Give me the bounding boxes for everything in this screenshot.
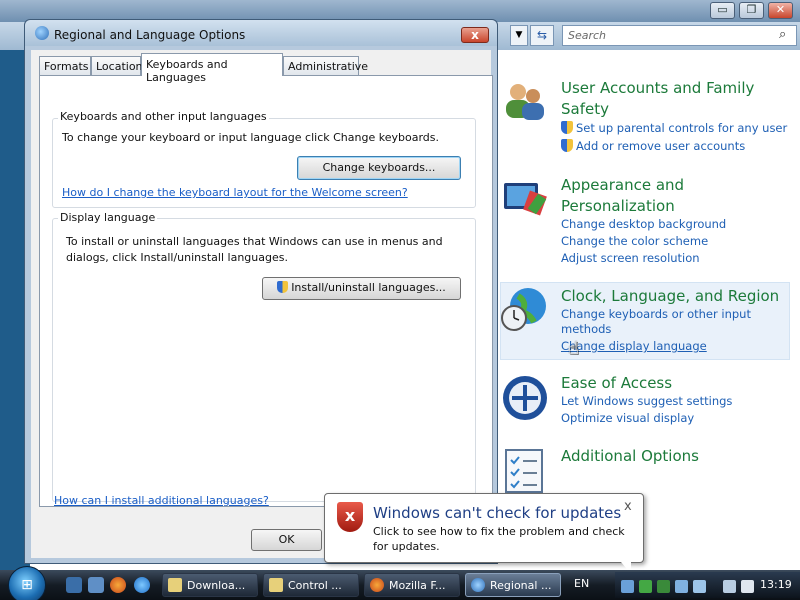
- folder-icon: [168, 578, 182, 592]
- firefox-icon: [370, 578, 384, 592]
- balloon-text[interactable]: Click to see how to fix the problem and …: [373, 524, 639, 554]
- link-parental-controls[interactable]: Set up parental controls for any user: [561, 120, 787, 136]
- dialog-title: Regional and Language Options: [54, 28, 246, 42]
- windows-update-icon[interactable]: [621, 580, 634, 593]
- uac-shield-icon: [561, 139, 573, 152]
- keyboards-group-label: Keyboards and other input languages: [58, 110, 269, 123]
- start-button[interactable]: ⊞: [8, 566, 46, 600]
- ease-of-access-icon: [503, 376, 547, 420]
- dialog-close-button[interactable]: x: [461, 27, 489, 43]
- search-icon[interactable]: ⌕: [779, 27, 786, 42]
- link-add-remove-accounts[interactable]: Add or remove user accounts: [561, 138, 745, 154]
- uac-shield-icon: [561, 121, 573, 134]
- display-language-group-label: Display language: [58, 211, 158, 224]
- regional-language-dialog: Regional and Language Options x Formats …: [24, 19, 498, 564]
- additional-options-icon: [505, 449, 543, 493]
- search-input[interactable]: Search: [562, 25, 797, 46]
- link-optimize-visual-display[interactable]: Optimize visual display: [561, 410, 694, 426]
- link-change-display-language[interactable]: Change display language: [561, 338, 707, 354]
- task-mozilla-firefox[interactable]: Mozilla F...: [364, 573, 460, 597]
- category-title[interactable]: User Accounts and Family: [561, 78, 754, 99]
- ok-button[interactable]: OK: [251, 529, 322, 551]
- display-icon[interactable]: [723, 580, 736, 593]
- link-windows-suggest-settings[interactable]: Let Windows suggest settings: [561, 393, 732, 409]
- volume-icon[interactable]: [741, 580, 754, 593]
- link-desktop-background[interactable]: Change desktop background: [561, 216, 726, 232]
- install-uninstall-languages-button[interactable]: Install/uninstall languages...: [262, 277, 461, 300]
- network-icon[interactable]: [639, 580, 652, 593]
- clock[interactable]: 13:19: [760, 578, 792, 591]
- maximize-button[interactable]: ❐: [739, 2, 764, 19]
- category-title[interactable]: Clock, Language, and Region: [561, 286, 779, 307]
- display-language-instruction-line2: dialogs, click Install/uninstall languag…: [66, 251, 288, 264]
- link-screen-resolution[interactable]: Adjust screen resolution: [561, 250, 700, 266]
- uac-shield-icon: [277, 281, 289, 293]
- dialog-titlebar[interactable]: Regional and Language Options x: [25, 20, 497, 46]
- task-control-panel[interactable]: Control ...: [263, 573, 359, 597]
- hand-cursor-icon: ☝: [568, 338, 579, 359]
- change-keyboards-button[interactable]: Change keyboards...: [297, 156, 461, 180]
- link-color-scheme[interactable]: Change the color scheme: [561, 233, 708, 249]
- switch-windows-icon[interactable]: [88, 577, 104, 593]
- balloon-title[interactable]: Windows can't check for updates: [373, 504, 621, 522]
- sync-icon[interactable]: [693, 580, 706, 593]
- link-change-keyboards[interactable]: Change keyboards or other input: [561, 306, 751, 322]
- minimize-button[interactable]: ▭: [710, 2, 735, 19]
- category-title[interactable]: Additional Options: [561, 446, 699, 467]
- tab-panel: Keyboards and other input languages To c…: [39, 75, 493, 507]
- appearance-icon: [504, 183, 547, 216]
- category-title[interactable]: Safety: [561, 99, 609, 120]
- firefox-icon[interactable]: [110, 577, 126, 593]
- install-additional-languages-link[interactable]: How can I install additional languages?: [54, 494, 269, 507]
- task-downloads[interactable]: Downloa...: [162, 573, 258, 597]
- update-notification-balloon[interactable]: x Windows can't check for updates Click …: [324, 493, 644, 574]
- category-title[interactable]: Appearance and: [561, 175, 684, 196]
- globe-clock-icon: [501, 288, 546, 331]
- category-title[interactable]: Personalization: [561, 196, 675, 217]
- balloon-close-icon[interactable]: x: [624, 499, 632, 514]
- globe-icon: [471, 578, 485, 592]
- internet-explorer-icon[interactable]: [134, 577, 150, 593]
- category-title[interactable]: Ease of Access: [561, 373, 672, 394]
- welcome-screen-keyboard-link[interactable]: How do I change the keyboard layout for …: [62, 186, 408, 199]
- tab-keyboards-and-languages[interactable]: Keyboards and Languages: [141, 53, 283, 84]
- refresh-icon[interactable]: ⇆: [530, 25, 554, 46]
- show-desktop-icon[interactable]: [66, 577, 82, 593]
- tab-location[interactable]: Location: [91, 56, 143, 75]
- keyboards-instruction: To change your keyboard or input languag…: [62, 131, 439, 144]
- tab-formats[interactable]: Formats: [39, 56, 91, 75]
- messenger-icon[interactable]: [657, 580, 670, 593]
- globe-icon: [35, 26, 49, 40]
- language-indicator[interactable]: EN: [574, 577, 589, 590]
- users-icon: [506, 84, 544, 120]
- folder-icon: [269, 578, 283, 592]
- tab-administrative[interactable]: Administrative: [283, 56, 368, 75]
- address-dropdown-icon[interactable]: ▼: [510, 25, 528, 46]
- task-regional-options[interactable]: Regional ...: [465, 573, 561, 597]
- taskbar: ⊞ Downloa... Control ... Mozilla F... Re…: [0, 566, 800, 600]
- error-shield-icon: x: [337, 502, 363, 532]
- security-center-icon[interactable]: [675, 580, 688, 593]
- close-button[interactable]: ✕: [768, 2, 793, 19]
- link-change-keyboards-methods[interactable]: methods: [561, 321, 611, 337]
- display-language-instruction-line1: To install or uninstall languages that W…: [66, 235, 443, 248]
